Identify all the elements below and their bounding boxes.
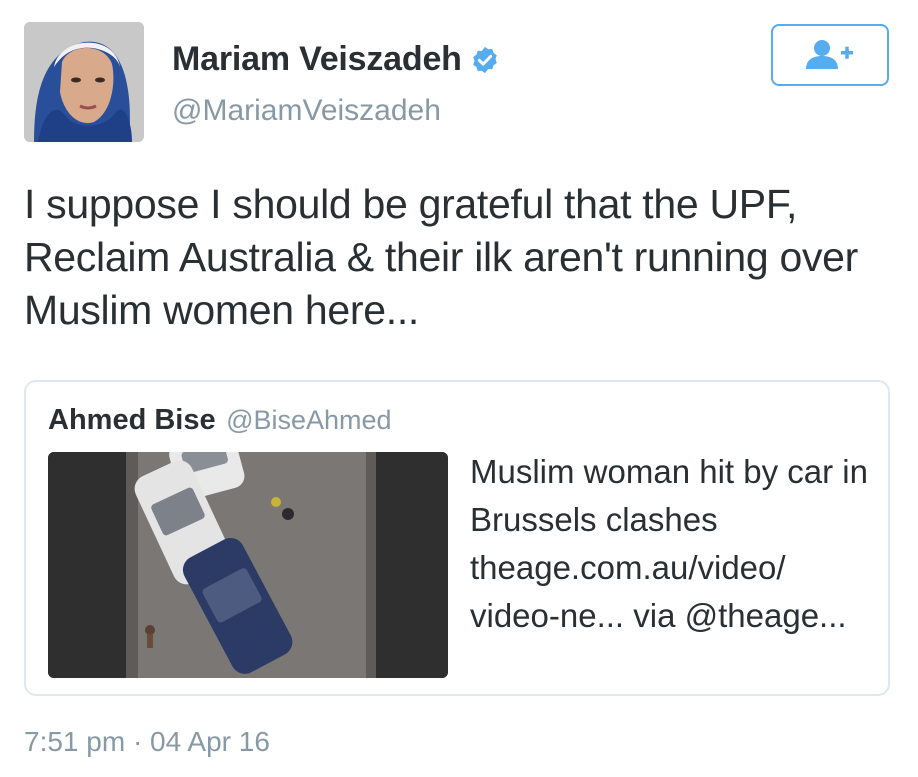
author-name-row: Mariam Veiszadeh	[172, 40, 500, 79]
tweet-timestamp[interactable]: 7:51 pm · 04 Apr 16	[24, 726, 270, 758]
video-thumbnail-image	[48, 452, 448, 678]
quoted-tweet-media-thumbnail[interactable]	[48, 452, 448, 678]
follow-button[interactable]	[771, 24, 889, 86]
profile-photo	[24, 22, 144, 142]
quoted-author-handle[interactable]: @BiseAhmed	[226, 405, 391, 435]
quoted-author-name[interactable]: Ahmed Bise	[48, 404, 216, 436]
quoted-tweet-card[interactable]: Ahmed Bise @BiseAhmed Muslim woman hit b…	[24, 380, 890, 696]
quoted-tweet-header: Ahmed Bise @BiseAhmed	[48, 404, 392, 437]
verified-badge-icon	[470, 45, 500, 75]
quoted-tweet-text: Muslim woman hit by car in Brussels clas…	[470, 453, 868, 634]
add-user-icon	[806, 40, 853, 69]
author-avatar[interactable]	[24, 22, 144, 142]
author-display-name[interactable]: Mariam Veiszadeh	[172, 40, 462, 79]
tweet-text: I suppose I should be grateful that the …	[24, 181, 859, 333]
author-handle[interactable]: @MariamVeiszadeh	[172, 94, 441, 128]
